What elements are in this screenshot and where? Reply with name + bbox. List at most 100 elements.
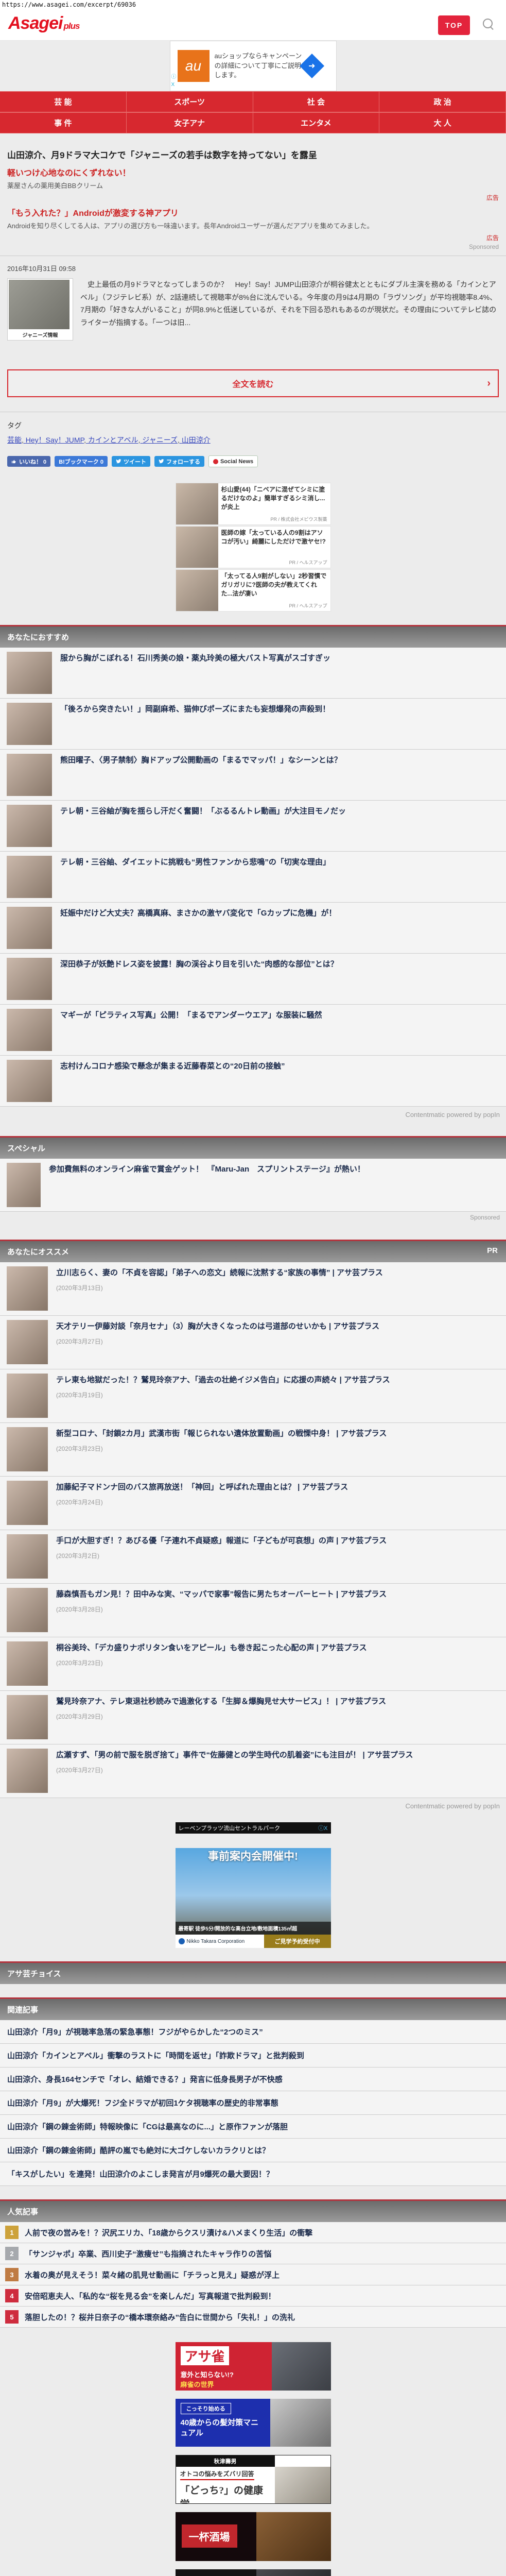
house-ad[interactable]: レーベンプラッツ流山セントラルパークⓘX 事前案内会開催中! 最寄駅 徒歩5分/…: [176, 1822, 331, 1948]
hatena-bookmark-button[interactable]: B!ブックマーク 0: [55, 456, 108, 467]
tag-link[interactable]: ジャニーズ: [142, 436, 181, 444]
list-item[interactable]: 服から胸がこぼれる！石川秀美の娘・薬丸玲美の極大バスト写真がスゴすぎッ: [0, 648, 506, 699]
house-ad-cta-button[interactable]: ご見学予約受付中: [264, 1935, 331, 1948]
doctor-banner[interactable]: 秋津壽男 オトコの悩みをズバリ回答「どっち?」の健康学: [176, 2455, 331, 2504]
item-date: (2020年3月29日): [56, 1712, 393, 1721]
ranking-item[interactable]: 1 人前で夜の営みを！？沢尻エリカ、「18歳からクスリ漬け&ハメまくり生活」の衝…: [0, 2222, 506, 2243]
banner-title: 一杯酒場: [182, 2524, 237, 2548]
nav-item[interactable]: 事 件: [0, 112, 127, 133]
tag-link[interactable]: 芸能: [7, 436, 26, 444]
close-icon[interactable]: X: [171, 81, 177, 89]
ranking-item[interactable]: 4 安倍昭恵夫人、「私的な“桜を見る会”を楽しんだ」写真報道で批判殺到！: [0, 2285, 506, 2307]
text-ad-2[interactable]: 「もう入れた？」Androidが激変する神アプリ Androidを知り尽くしてる…: [7, 206, 499, 230]
list-item[interactable]: テレ朝・三谷紬が胸を揺らし汗だく奮闘！「ぶるるんトレ動画」が大注目モノだッ: [0, 801, 506, 852]
text-ad-1[interactable]: 軽いつけ心地なのにくずれない！ 薬屋さんの薬用美白BBクリーム: [7, 166, 499, 190]
list-item[interactable]: 「キスがしたい」を連発！山田涼介のよこしま発言が月9爆死の最大要因！？: [0, 2162, 506, 2186]
banner-name: 秋津壽男: [176, 2455, 275, 2467]
search-icon[interactable]: [483, 19, 493, 28]
pr-ad-source: PR / ヘルスアップ: [221, 559, 327, 566]
asagei-logo[interactable]: Asageiplus: [8, 13, 79, 33]
info-icon[interactable]: ⓘ: [171, 73, 177, 81]
article-thumbnail[interactable]: ジャニーズ情報: [7, 278, 73, 341]
ranking-item[interactable]: 3 水着の奥が見えそう！菜々緒の肌見せ動画に「チラっと見え」疑惑が浮上: [0, 2264, 506, 2285]
list-item[interactable]: 新型コロナ、「封鎖2カ月」武漢市街「報じられない遺体放置動画」の戦慄中身！ | …: [0, 1423, 506, 1477]
list-item[interactable]: 山田涼介「鋼の錬金術師」酷評の嵐でも絶対に大ゴケしないカラクリとは？: [0, 2139, 506, 2162]
ad-arrow-icon[interactable]: ➜: [299, 54, 324, 78]
nav-item[interactable]: 社 会: [253, 91, 380, 112]
list-item[interactable]: 山田涼介、身長164センチで「オレ、結婚できる？」発言に低身長男子が不快感: [0, 2067, 506, 2091]
nav-item[interactable]: 大 人: [379, 112, 506, 133]
sakaba-banner[interactable]: 一杯酒場: [176, 2512, 331, 2561]
contentmatic-credit: Contentmatic powered by popIn: [0, 1107, 506, 1123]
list-item[interactable]: 「後ろから突きたい！」岡副麻希、猫伸びポーズにまたも妄想爆発の声殺到！: [0, 699, 506, 750]
pr-ad-item[interactable]: 医師の嫁「太っている人の9割はアソコが汚い」綺麗にしただけで激ヤセ!?PR / …: [176, 526, 331, 568]
list-item[interactable]: 加藤紀子マドンナ回のバス旅再放送！「神回」と呼ばれた理由とは？ | アサ芸プラス…: [0, 1477, 506, 1530]
list-item[interactable]: 熊田曜子、〈男子禁制〉胸ドアップ公開動画の「まるでマッパ！」なシーンとは？: [0, 750, 506, 801]
nav-row-2: 事 件女子アナエンタメ大 人: [0, 112, 506, 133]
pr-ad-item[interactable]: 杉山愛(44)「ニベアに混ぜてシミに塗るだけなのよ」簡単すぎるシミ消し...が炎…: [176, 483, 331, 525]
list-item[interactable]: 立川志らく、妻の「不貞を容認」「弟子への恋文」続報に沈黙する“家族の事情” | …: [0, 1262, 506, 1316]
ad-title[interactable]: 軽いつけ心地なのにくずれない！: [7, 166, 499, 178]
tag-link[interactable]: Hey！Say！JUMP: [26, 436, 88, 444]
list-item[interactable]: 桐谷美玲、「デカ盛りナポリタン食いをアピール」も巻き起こった心配の声 | アサ芸…: [0, 1637, 506, 1691]
list-item[interactable]: 妊娠中だけど大丈夫？高橋真麻、まさかの激ヤバ変化で「Gカップに危機」が！: [0, 903, 506, 954]
follow-button[interactable]: フォローする: [154, 456, 204, 467]
hair-banner[interactable]: こっそり始める40歳からの髪対策マニュアル: [176, 2399, 331, 2447]
tweet-label: ツイート: [124, 457, 146, 466]
au-ad[interactable]: au auショップならキャンペーンの詳細について丁寧にご説明します。 ➜ ⓘX: [170, 41, 337, 91]
nav-item[interactable]: エンタメ: [253, 112, 380, 133]
item-date: (2020年3月23日): [56, 1658, 374, 1667]
list-item[interactable]: マギーが「ピラティス写真」公開！「まるでアンダーウエア」な服装に騒然: [0, 1005, 506, 1056]
top-button[interactable]: TOP: [438, 15, 470, 35]
list-item[interactable]: 山田涼介「鋼の錬金術師」特報映像に「CGは最高なのに...」と原作ファンが落胆: [0, 2115, 506, 2139]
list-item[interactable]: 参加費無料のオンライン麻雀で賞金ゲット！ 『Maru-Jan スプリントステージ…: [0, 1159, 506, 1212]
social-news-button[interactable]: Social News: [208, 455, 258, 467]
nav-item[interactable]: 芸 能: [0, 91, 127, 112]
banner-photo: [256, 2569, 331, 2576]
list-item[interactable]: 天才テリー伊藤対談「奈月セナ」（3）胸が大きくなったのは弓道部のせいかも | ア…: [0, 1316, 506, 1369]
info-icon[interactable]: ⓘ: [318, 1825, 324, 1832]
house-ad-catch: 事前案内会開催中!: [176, 1848, 331, 1863]
nav-item[interactable]: スポーツ: [127, 91, 253, 112]
tweet-button[interactable]: ツイート: [112, 456, 150, 467]
ad-info-close-icons[interactable]: ⓘX: [318, 1824, 327, 1832]
facebook-like-button[interactable]: いいね！ 0: [7, 456, 50, 467]
list-item[interactable]: 志村けんコロナ感染で懸念が集まる近藤春菜との“20日前の接触”: [0, 1056, 506, 1107]
list-item[interactable]: 手口が大胆すぎ！？あびる優「子連れ不貞疑惑」報道に「子どもが可哀想」の声 | ア…: [0, 1530, 506, 1584]
list-item[interactable]: テレ東も地獄だった！？鷲見玲奈アナ、「過去の壮絶イジメ告白」に応援の声続々 | …: [0, 1369, 506, 1423]
close-icon[interactable]: X: [324, 1825, 327, 1832]
list-item[interactable]: 山田涼介「月9」が大爆死！フジ全ドラマが初回1ケタ視聴率の歴史的非常事態: [0, 2091, 506, 2115]
item-thumbnail: [7, 703, 52, 745]
logo-plus-text: plus: [64, 21, 80, 31]
tag-link[interactable]: カインとアベル: [88, 436, 143, 444]
item-thumbnail: [7, 1641, 48, 1686]
au-logo: au: [178, 50, 210, 82]
site-header: Asageiplus TOP: [0, 10, 506, 41]
banner-badge: こっそり始める: [181, 2403, 231, 2414]
item-title: 妊娠中だけど大丈夫？高橋真麻、まさかの激ヤバ変化で「Gカップに危機」が！: [60, 908, 336, 920]
ranking-item[interactable]: 5 落胆したの！？桜井日奈子の“橋本環奈絡み”告白に世間から「失礼！」の洗礼: [0, 2307, 506, 2328]
list-item[interactable]: 鷲見玲奈アナ、テレ東退社秒読みで過激化する「生脚＆爆胸見せ大サービス」！ | ア…: [0, 1691, 506, 1744]
pr-ad-item[interactable]: 「太ってる人9割がしない」2秒習慣でガリガリに?医師の夫が教えてくれた...法が…: [176, 569, 331, 612]
ad-title[interactable]: 「もう入れた？」Androidが激変する神アプリ: [7, 206, 499, 218]
ranking-item[interactable]: 2 「サンジャポ」卒業、西川史子“激痩せ”も指摘されたキャラ作りの苦悩: [0, 2243, 506, 2264]
tags-list: 芸能Hey！Say！JUMPカインとアベルジャニーズ山田涼介: [7, 435, 499, 445]
mono-banner[interactable]: 注目!モノ情報: [176, 2569, 331, 2576]
list-item[interactable]: 広瀬すず、「男の前で服を脱ぎ捨て」事件で“佐藤健との学生時代の肌着姿”にも注目が…: [0, 1744, 506, 1798]
ad-info-close-icons[interactable]: ⓘX: [171, 73, 177, 89]
list-item[interactable]: 深田恭子が妖艶ドレス姿を披露！胸の渓谷より目を引いた“肉感的な部位”とは？: [0, 954, 506, 1005]
list-item[interactable]: テレ朝・三谷紬、ダイエットに挑戦も“男性ファンから悲鳴”の「切実な理由」: [0, 852, 506, 903]
list-item[interactable]: 山田涼介「カインとアベル」衝撃のラストに「時間を返せ」「詐欺ドラマ」と批判殺到: [0, 2044, 506, 2067]
nav-item[interactable]: 女子アナ: [127, 112, 253, 133]
item-thumbnail: [7, 1534, 48, 1579]
contentmatic-credit: Contentmatic powered by popIn: [0, 1798, 506, 1814]
list-item[interactable]: 山田涼介「月9」が視聴率急落の緊急事態！フジがやらかした“2つのミス”: [0, 2020, 506, 2044]
rank-badge: 4: [5, 2289, 19, 2302]
read-more-button[interactable]: 全文を読む ›: [7, 369, 499, 397]
tag-link[interactable]: 山田涼介: [182, 436, 211, 444]
company-logo-icon: [179, 1938, 185, 1944]
nav-item[interactable]: 政 治: [379, 91, 506, 112]
item-title: テレ朝・三谷紬、ダイエットに挑戦も“男性ファンから悲鳴”の「切実な理由」: [60, 857, 330, 869]
mahjong-banner[interactable]: アサ雀意外と知らない!?麻雀の世界: [176, 2342, 331, 2391]
list-item[interactable]: 藤森慎吾もガン見！？田中みな実、“マッパで家事”報告に男たちオーバーヒート | …: [0, 1584, 506, 1637]
